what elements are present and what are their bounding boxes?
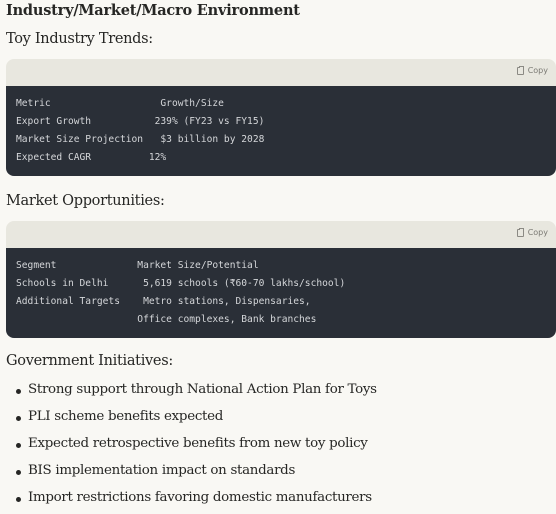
copy-button[interactable]: Copy [516, 65, 548, 75]
code-line: Export Growth 239% (FY23 vs FY15) [16, 116, 265, 127]
government-initiatives-heading: Government Initiatives: [6, 353, 173, 369]
code-line: Expected CAGR 12% [16, 152, 167, 163]
code-line: Office complexes, Bank branches [16, 314, 317, 325]
list-item: PLI scheme benefits expected [0, 406, 556, 433]
market-opportunities-code-block: Copy Segment Market Size/Potential Schoo… [6, 221, 556, 338]
copy-icon [516, 65, 524, 75]
copy-icon [516, 227, 524, 237]
code-block-header: Copy [6, 221, 556, 248]
copy-button-label: Copy [527, 228, 548, 237]
copy-button-label: Copy [527, 66, 548, 75]
list-item: Expected retrospective benefits from new… [0, 433, 556, 460]
list-item: BIS implementation impact on standards [0, 460, 556, 487]
government-initiatives-list: Strong support through National Action P… [0, 379, 556, 514]
copy-button[interactable]: Copy [516, 227, 548, 237]
code-content: Metric Growth/Size Export Growth 239% (F… [6, 86, 556, 176]
code-content: Segment Market Size/Potential Schools in… [6, 248, 556, 338]
list-item: Import restrictions favoring domestic ma… [0, 487, 556, 514]
code-line: Schools in Delhi 5,619 schools (₹60-70 l… [16, 278, 346, 289]
toy-trends-heading: Toy Industry Trends: [6, 31, 153, 47]
market-opportunities-heading: Market Opportunities: [6, 193, 165, 209]
toy-trends-code-block: Copy Metric Growth/Size Export Growth 23… [6, 59, 556, 176]
code-block-header: Copy [6, 59, 556, 86]
code-line: Segment Market Size/Potential [16, 260, 259, 271]
section-title: Industry/Market/Macro Environment [6, 2, 300, 19]
code-line: Market Size Projection $3 billion by 202… [16, 134, 265, 145]
list-item: Strong support through National Action P… [0, 379, 556, 406]
code-line: Metric Growth/Size [16, 98, 224, 109]
code-line: Additional Targets Metro stations, Dispe… [16, 296, 311, 307]
